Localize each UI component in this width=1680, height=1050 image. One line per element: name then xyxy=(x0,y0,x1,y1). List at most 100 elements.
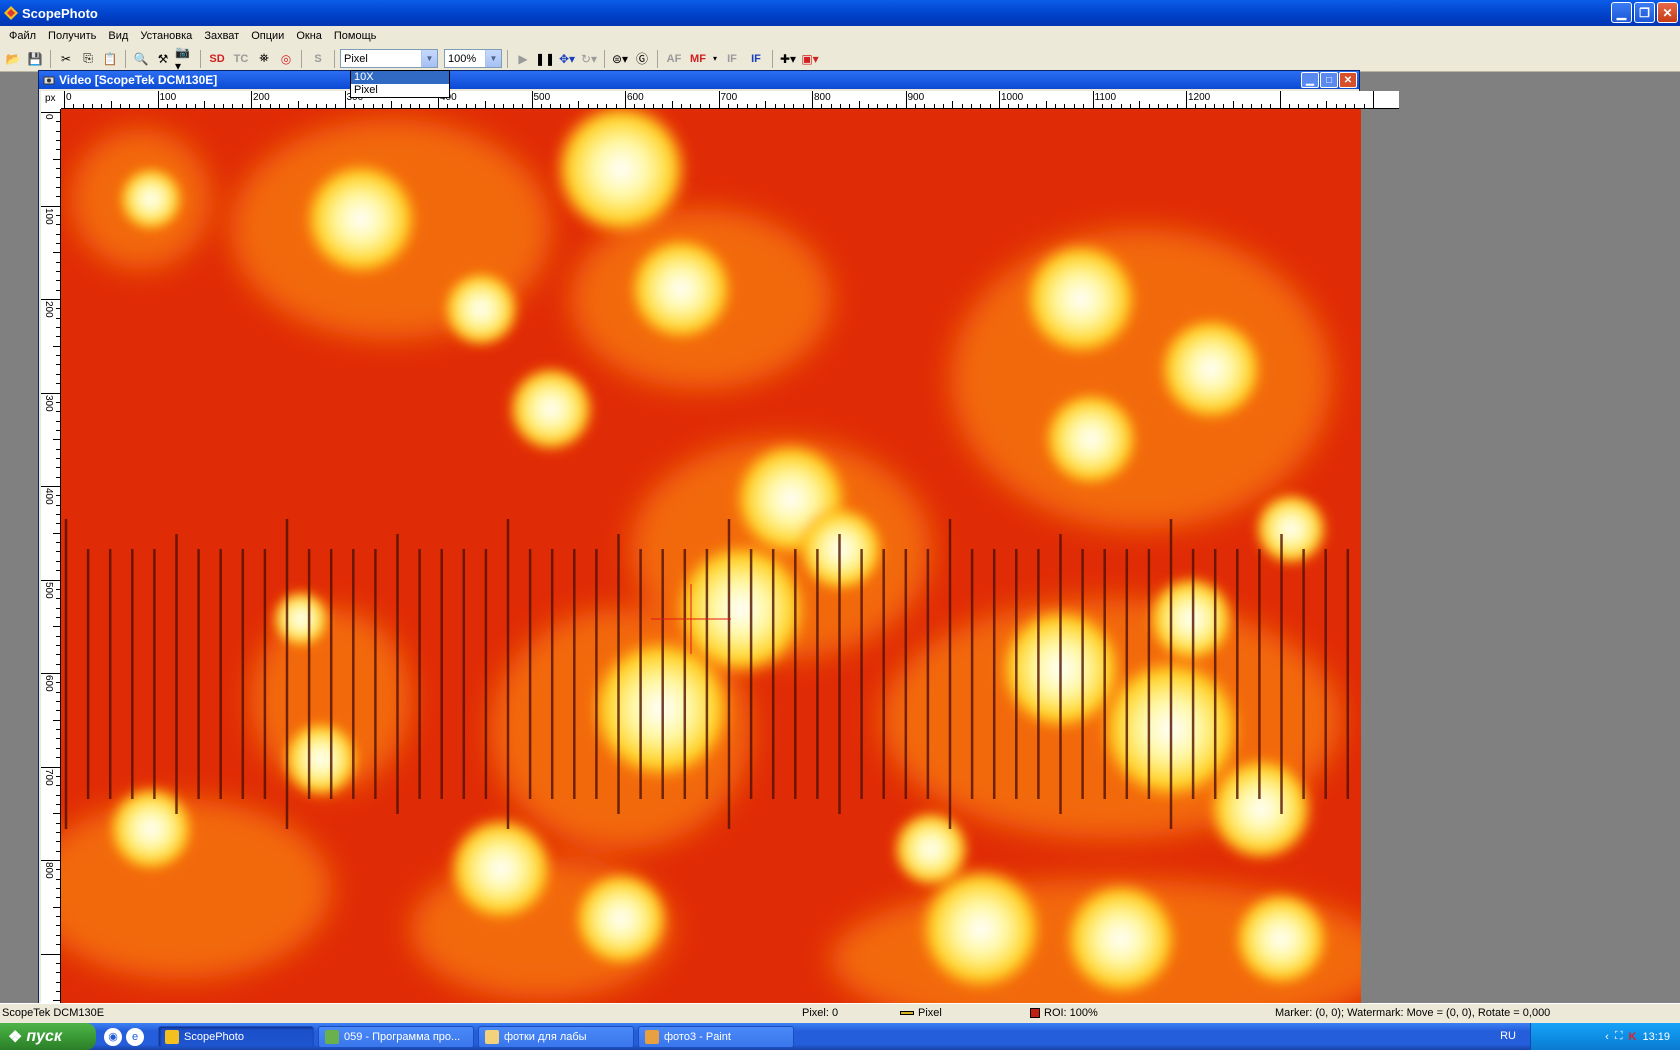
if-button-1[interactable]: IF xyxy=(721,49,743,69)
language-indicator[interactable]: RU xyxy=(1500,1030,1516,1042)
ruler-tick xyxy=(746,104,748,108)
ruler-tick xyxy=(56,542,60,544)
network-icon[interactable]: ⛶ xyxy=(1615,1030,1623,1043)
ruler-tick xyxy=(110,101,112,108)
ruler-tick xyxy=(980,104,982,108)
paste-icon[interactable]: 📋 xyxy=(100,49,120,69)
menu-capture[interactable]: Захват xyxy=(198,30,245,42)
camera-dropdown-icon[interactable]: 📷▾ xyxy=(175,45,195,73)
ruler-tick xyxy=(1167,104,1169,108)
ruler-tick xyxy=(56,747,60,749)
antivirus-icon[interactable]: K xyxy=(1629,1031,1637,1043)
ruler-tick xyxy=(269,104,271,108)
minimize-button[interactable]: ▁ xyxy=(1611,2,1632,23)
ruler-tick xyxy=(56,607,60,609)
mf-button[interactable]: MF xyxy=(687,49,709,69)
chevron-down-icon[interactable]: ▼ xyxy=(485,50,501,67)
cut-icon[interactable]: ✂ xyxy=(56,49,76,69)
status-unit: Pixel xyxy=(900,1007,942,1019)
menu-setup[interactable]: Установка xyxy=(134,30,198,42)
menu-options[interactable]: Опции xyxy=(245,30,290,42)
ruler-tick-label: 500 xyxy=(43,581,54,599)
zoom-select[interactable]: 100% ▼ xyxy=(444,49,502,68)
toolbar-separator xyxy=(125,49,126,68)
ruler-tick xyxy=(606,104,608,108)
chevron-down-icon[interactable]: ▼ xyxy=(421,50,437,67)
move-crosshair-icon[interactable]: ✥▾ xyxy=(557,49,577,69)
menu-windows[interactable]: Окна xyxy=(290,30,328,42)
menu-help[interactable]: Помощь xyxy=(328,30,383,42)
tools-icon[interactable]: ⚒ xyxy=(153,49,173,69)
ruler-tick xyxy=(970,104,972,108)
ruler-tick xyxy=(363,104,365,108)
measure-icon[interactable]: ✚▾ xyxy=(778,49,798,69)
preview-icon[interactable]: 🔍 xyxy=(131,49,151,69)
record-icon[interactable]: ◎ xyxy=(276,49,296,69)
tray-expand-icon[interactable]: ‹ xyxy=(1605,1031,1609,1043)
ruler-tick xyxy=(924,104,926,108)
ruler-tick xyxy=(1354,104,1356,108)
play-icon[interactable]: ▶ xyxy=(513,49,533,69)
ruler-tick-label: 0 xyxy=(66,92,72,103)
system-tray: ‹ ⛶ K 13:19 xyxy=(1530,1023,1680,1050)
dropdown-option-10x[interactable]: 10X xyxy=(351,71,449,84)
units-select[interactable]: Pixel ▼ xyxy=(340,49,438,68)
video-window: Video [ScopeTek DCM130E] ▁ □ ✕ px 0 100 20… xyxy=(38,70,1399,1007)
task-paint[interactable]: фото3 - Paint xyxy=(638,1025,794,1048)
ruler-tick xyxy=(868,104,870,108)
ruler-tick-label: 800 xyxy=(814,92,831,103)
ruler-tick xyxy=(56,177,60,179)
ruler-tick-label: 1200 xyxy=(1188,92,1211,103)
ruler-tick xyxy=(138,104,140,108)
child-maximize-button[interactable]: □ xyxy=(1320,72,1338,88)
status-roi-label: ROI: 100% xyxy=(1044,1007,1098,1019)
ruler-tick xyxy=(204,101,206,108)
menu-file[interactable]: Файл xyxy=(3,30,42,42)
copy-icon[interactable]: ⎘ xyxy=(78,49,98,69)
paint-icon xyxy=(645,1029,659,1044)
color-icon[interactable]: ▣▾ xyxy=(800,49,820,69)
ruler-tick-label: 400 xyxy=(43,488,54,505)
menu-view[interactable]: Вид xyxy=(102,30,134,42)
chevron-down-icon[interactable]: ▾ xyxy=(711,49,719,69)
ruler-tick xyxy=(503,104,505,108)
video-window-titlebar[interactable]: Video [ScopeTek DCM130E] ▁ □ ✕ xyxy=(39,71,1359,89)
browser-quicklaunch-icon[interactable]: ◉ xyxy=(104,1027,122,1046)
binoculars-icon[interactable]: ⛯ xyxy=(254,49,274,69)
ruler-tick xyxy=(56,598,60,600)
pause-icon[interactable]: ❚❚ xyxy=(535,49,555,69)
task-scopephoto[interactable]: ScopePhoto xyxy=(158,1025,314,1048)
tc-button[interactable]: TC xyxy=(230,49,252,69)
save-icon[interactable]: 💾 xyxy=(25,49,45,69)
grab-icon[interactable]: Ⓖ xyxy=(632,49,652,69)
white-balance-icon[interactable]: ⊜▾ xyxy=(610,49,630,69)
dropdown-option-pixel[interactable]: Pixel xyxy=(351,84,449,97)
ruler-tick xyxy=(232,104,234,108)
ruler-tick xyxy=(1129,104,1131,108)
internet-explorer-icon[interactable]: e xyxy=(126,1027,144,1046)
ruler-tick-label: 200 xyxy=(253,92,270,103)
ruler-tick xyxy=(1223,104,1225,108)
ruler-tick xyxy=(316,104,318,108)
ruler-tick xyxy=(56,327,60,329)
sd-button[interactable]: SD xyxy=(206,49,228,69)
rotate-icon[interactable]: ↻▾ xyxy=(579,49,599,69)
task-folder[interactable]: фотки для лабы xyxy=(478,1025,634,1048)
ruler-tick xyxy=(325,104,327,108)
af-button[interactable]: AF xyxy=(663,49,685,69)
ruler-tick xyxy=(41,392,60,394)
close-button[interactable]: ✕ xyxy=(1657,2,1678,23)
if-button-2[interactable]: IF xyxy=(745,49,767,69)
ruler-tick xyxy=(56,663,60,665)
start-button[interactable]: ❖ пуск xyxy=(0,1023,96,1050)
restore-button[interactable]: ❐ xyxy=(1634,2,1655,23)
menu-acquire[interactable]: Получить xyxy=(42,30,102,42)
microscope-image[interactable] xyxy=(61,109,1361,1007)
ruler-tick xyxy=(53,626,60,628)
s-button[interactable]: S xyxy=(307,49,329,69)
task-program[interactable]: 059 - Программа про... xyxy=(318,1025,474,1048)
child-minimize-button[interactable]: ▁ xyxy=(1301,72,1319,88)
ruler-tick xyxy=(56,233,60,235)
open-folder-icon[interactable]: 📂 xyxy=(3,49,23,69)
child-close-button[interactable]: ✕ xyxy=(1339,72,1357,88)
